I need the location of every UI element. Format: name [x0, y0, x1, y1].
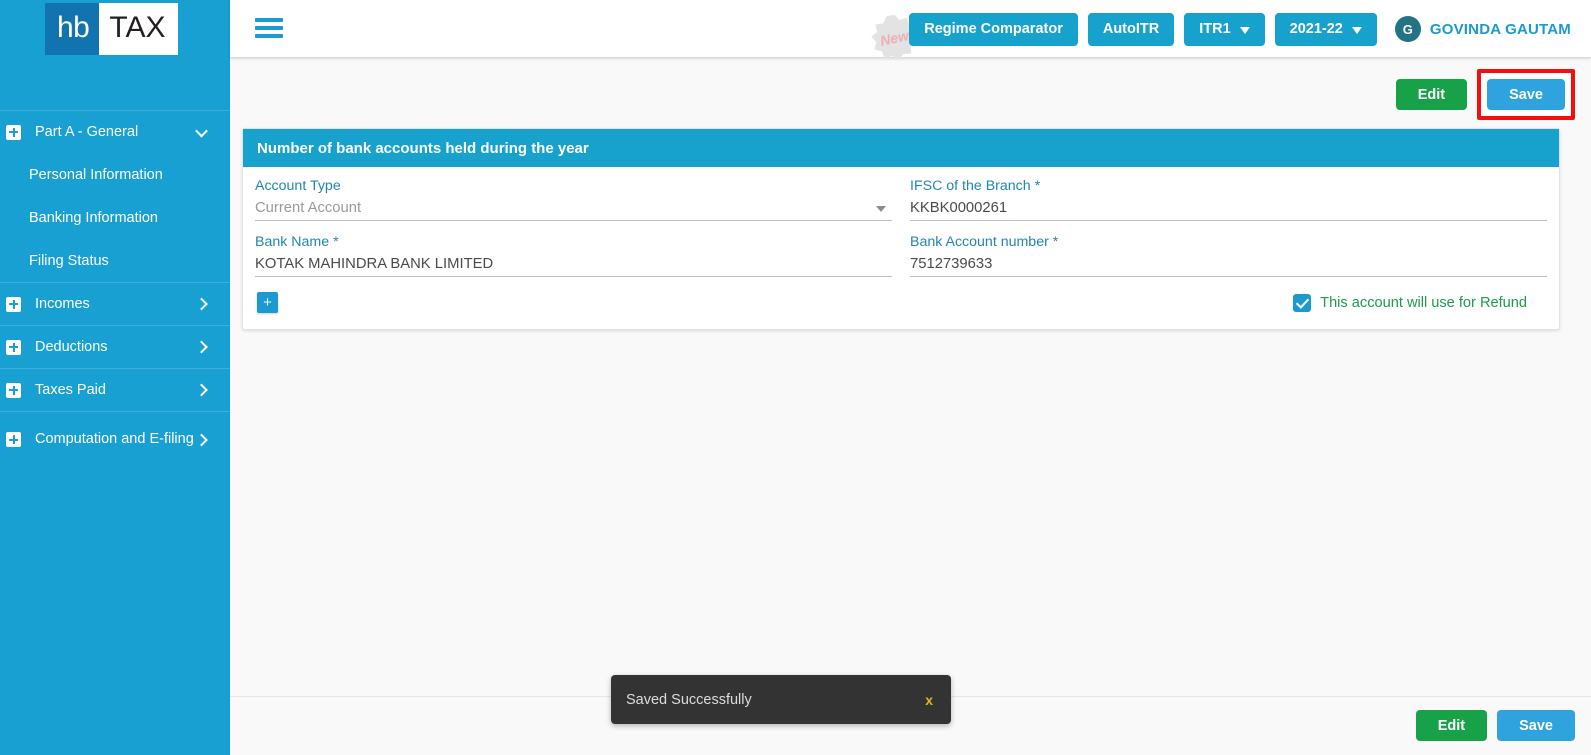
- regime-comparator-label: Regime Comparator: [924, 21, 1063, 37]
- bottom-action-row: Edit Save: [1415, 710, 1575, 741]
- auto-itr-button[interactable]: AutoITR: [1087, 12, 1175, 46]
- itr-type-value: ITR1: [1199, 21, 1231, 37]
- ifsc-input[interactable]: [910, 198, 1547, 221]
- hamburger-bar: [255, 34, 283, 38]
- field-label-account-type: Account Type: [255, 178, 892, 194]
- label-text: Account Type: [255, 178, 341, 194]
- new-badge-label: New: [878, 26, 910, 49]
- edit-button-bottom[interactable]: Edit: [1415, 710, 1488, 741]
- sidebar-item-deductions[interactable]: Deductions: [0, 325, 230, 368]
- header-actions: New Regime Comparator AutoITR ITR1 2021-…: [871, 0, 1571, 61]
- account-type-input-wrap: [255, 198, 892, 221]
- hamburger-bar: [255, 26, 283, 30]
- toast-message: Saved Successfully: [626, 691, 752, 708]
- sidebar-nav: Part A - General Personal Information Ba…: [0, 110, 230, 467]
- bank-account-number-input-wrap: [910, 254, 1547, 277]
- regime-comparator-button[interactable]: Regime Comparator: [909, 12, 1078, 46]
- refund-checkbox-row[interactable]: This account will use for Refund: [1293, 293, 1527, 312]
- hamburger-bar: [255, 18, 283, 22]
- bank-name-input[interactable]: [255, 254, 892, 277]
- refund-checkbox-label: This account will use for Refund: [1320, 294, 1527, 311]
- sidebar-item-personal-information[interactable]: Personal Information: [0, 153, 230, 196]
- bank-account-form: Account Type IFSC of the Branch *: [255, 178, 1547, 286]
- field-label-bank-name: Bank Name *: [255, 234, 892, 250]
- itr-type-dropdown[interactable]: ITR1: [1184, 12, 1265, 46]
- card-footer: + This account will use for Refund: [255, 286, 1547, 313]
- ifsc-input-wrap: [910, 198, 1547, 221]
- add-bank-account-button[interactable]: +: [257, 292, 278, 313]
- auto-itr-label: AutoITR: [1102, 21, 1160, 37]
- logo-hb-mark: hb: [45, 3, 100, 55]
- field-bank-name: Bank Name *: [255, 234, 892, 286]
- field-label-bank-account-number: Bank Account number *: [910, 234, 1547, 250]
- top-header: New Regime Comparator AutoITR ITR1 2021-…: [230, 0, 1591, 61]
- plus-square-icon: [6, 382, 21, 398]
- bank-name-input-wrap: [255, 254, 892, 277]
- plus-square-icon: [6, 296, 21, 312]
- checkbox-checked-icon[interactable]: [1293, 293, 1312, 312]
- chevron-down-icon: [1239, 26, 1250, 34]
- label-text: Bank Name: [255, 234, 330, 250]
- sidebar-item-computation-and-efiling[interactable]: Computation and E-filing: [0, 411, 230, 467]
- app-root: hb TAX Part A - General Personal Informa…: [0, 0, 1591, 755]
- app-logo[interactable]: hb TAX: [45, 3, 178, 55]
- bank-accounts-card: Number of bank accounts held during the …: [242, 128, 1560, 330]
- field-ifsc: IFSC of the Branch *: [910, 178, 1547, 230]
- sidebar-item-taxes-paid[interactable]: Taxes Paid: [0, 368, 230, 411]
- toast-notification: Saved Successfully x: [611, 675, 951, 724]
- required-asterisk: *: [329, 234, 339, 250]
- save-button-highlight: Save: [1477, 69, 1575, 120]
- sidebar: hb TAX Part A - General Personal Informa…: [0, 0, 230, 755]
- field-label-ifsc: IFSC of the Branch *: [910, 178, 1547, 194]
- sidebar-subitem-label: Personal Information: [29, 166, 163, 183]
- user-menu[interactable]: G GOVINDA GAUTAM: [1394, 16, 1571, 42]
- account-type-select[interactable]: [255, 198, 892, 221]
- plus-square-icon: [6, 124, 21, 140]
- edit-button-top[interactable]: Edit: [1395, 79, 1468, 110]
- logo-tax-mark: TAX: [99, 3, 178, 55]
- required-asterisk: *: [1030, 178, 1041, 194]
- save-button-bottom[interactable]: Save: [1497, 710, 1575, 741]
- avatar: G: [1394, 16, 1421, 42]
- plus-square-icon: [6, 339, 21, 355]
- close-icon[interactable]: x: [925, 692, 933, 708]
- user-name: GOVINDA GAUTAM: [1429, 20, 1571, 38]
- card-body: Account Type IFSC of the Branch *: [243, 167, 1559, 329]
- save-button-top[interactable]: Save: [1487, 79, 1565, 110]
- label-text: IFSC of the Branch: [910, 178, 1031, 194]
- sidebar-item-filing-status[interactable]: Filing Status: [0, 239, 230, 282]
- sidebar-subitem-label: Banking Information: [29, 209, 158, 226]
- field-bank-account-number: Bank Account number *: [910, 234, 1547, 286]
- card-title: Number of bank accounts held during the …: [243, 129, 1559, 167]
- bank-account-number-input[interactable]: [910, 254, 1547, 277]
- sidebar-item-part-a-general[interactable]: Part A - General: [0, 110, 230, 153]
- assessment-year-dropdown[interactable]: 2021-22: [1274, 12, 1377, 46]
- hamburger-icon[interactable]: [255, 18, 283, 40]
- main-content: Edit Save Number of bank accounts held d…: [230, 58, 1591, 755]
- sidebar-item-banking-information[interactable]: Banking Information: [0, 196, 230, 239]
- sidebar-item-incomes[interactable]: Incomes: [0, 282, 230, 325]
- required-asterisk: *: [1048, 234, 1059, 250]
- chevron-down-icon[interactable]: [876, 206, 886, 212]
- top-action-row: Edit Save: [1395, 69, 1575, 120]
- assessment-year-value: 2021-22: [1289, 21, 1343, 37]
- chevron-down-icon: [1351, 26, 1362, 34]
- label-text: Bank Account number: [910, 234, 1049, 250]
- sidebar-subitem-label: Filing Status: [29, 252, 109, 269]
- field-account-type: Account Type: [255, 178, 892, 230]
- plus-square-icon: [6, 432, 21, 447]
- regime-comparator-wrap: New Regime Comparator: [871, 12, 1078, 61]
